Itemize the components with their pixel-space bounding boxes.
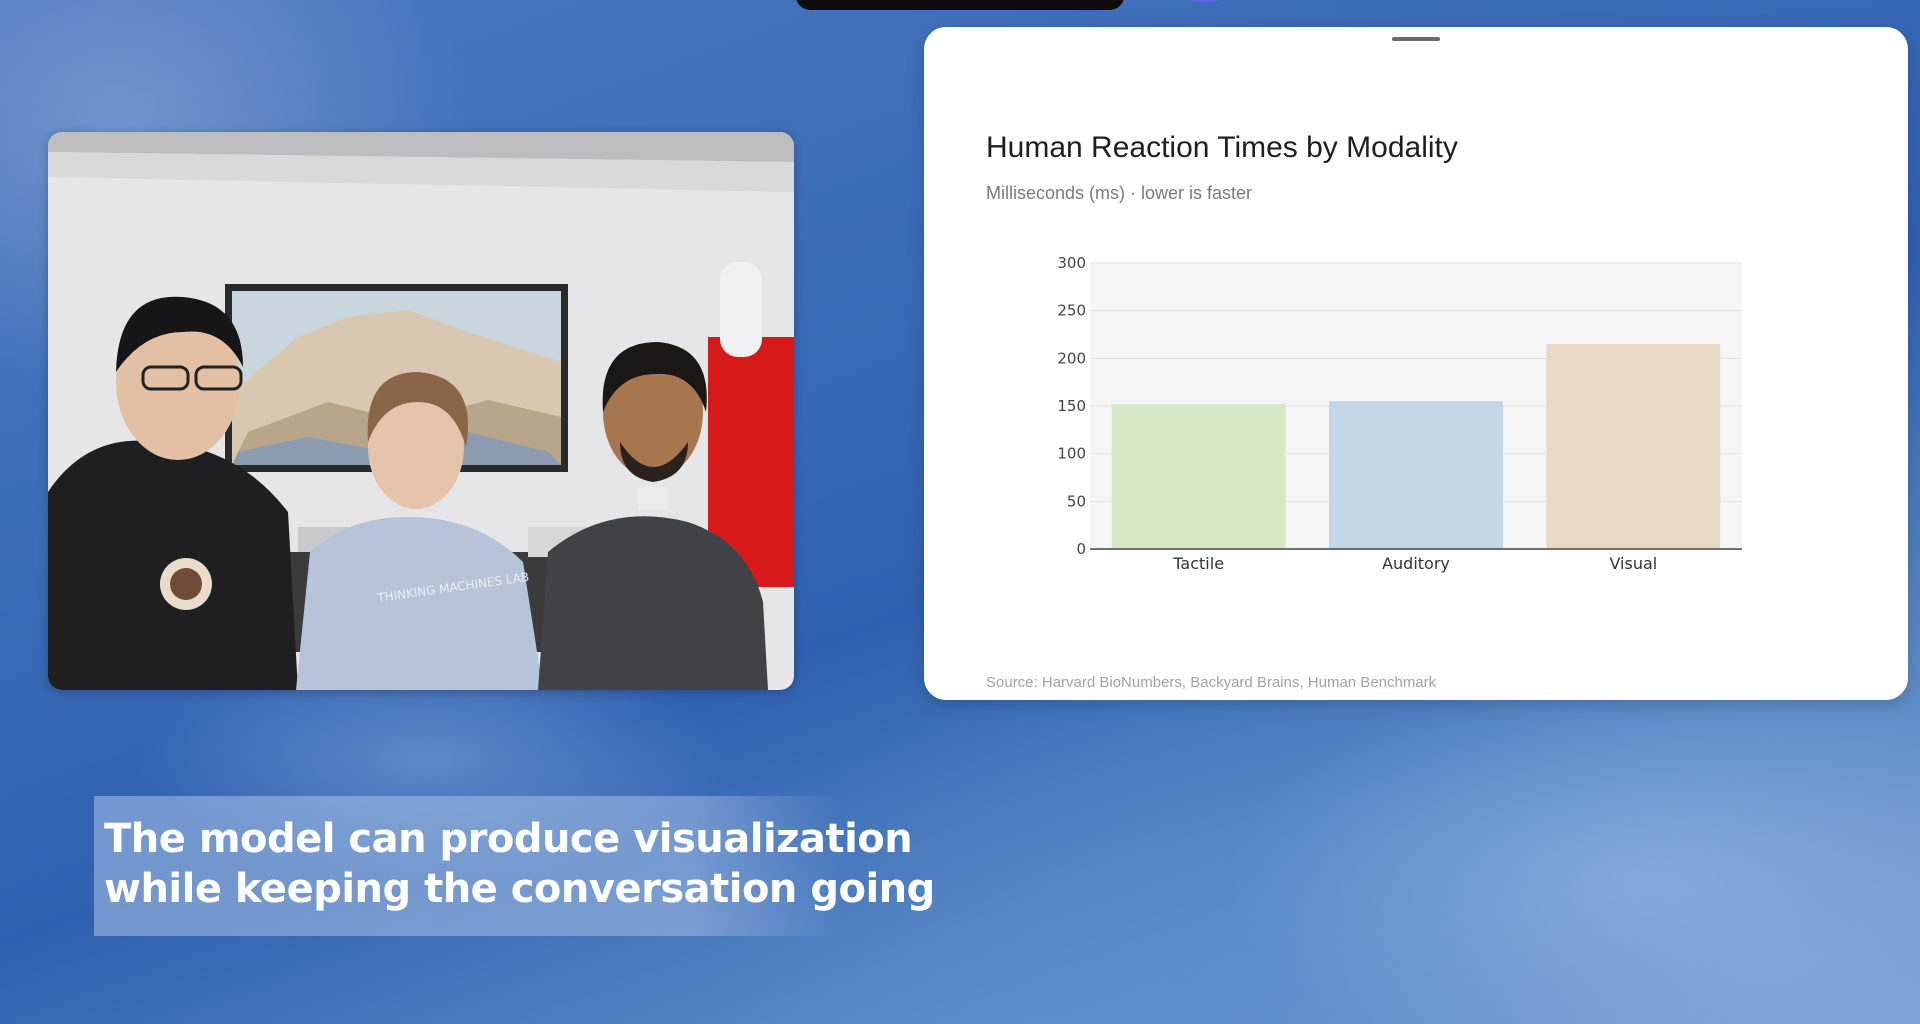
bar-auditory — [1329, 401, 1503, 549]
top-indicator-dot — [1176, 0, 1232, 2]
video-feed-tile: THINKING MACHINES LAB — [48, 132, 794, 690]
y-tick-label: 100 — [1057, 445, 1086, 463]
y-tick-label: 50 — [1067, 492, 1086, 510]
y-tick-label: 0 — [1076, 540, 1086, 558]
top-status-pill — [796, 0, 1124, 10]
y-tick-label: 200 — [1057, 349, 1086, 367]
bar-visual — [1546, 344, 1721, 549]
caption-line-1: The model can produce visualization — [104, 816, 913, 862]
y-tick-label: 150 — [1057, 397, 1086, 415]
chart-source-note: Source: Harvard BioNumbers, Backyard Bra… — [986, 674, 1437, 691]
y-tick-label: 300 — [1057, 254, 1086, 272]
caption-banner: The model can produce visualization whil… — [94, 796, 935, 936]
x-tick-label: Auditory — [1382, 554, 1450, 573]
x-tick-label: Visual — [1609, 554, 1657, 573]
caption-line-2: while keeping the conversation going — [104, 866, 935, 912]
video-feed-image: THINKING MACHINES LAB — [48, 132, 794, 690]
x-tick-label: Tactile — [1172, 554, 1224, 573]
chart-panel: Human Reaction Times by Modality Millise… — [924, 27, 1908, 700]
bar-chart: 0 50 100 150 200 250 300 Tactile Auditory Visual — [1057, 254, 1742, 573]
y-tick-label: 250 — [1057, 302, 1086, 320]
bar-tactile — [1111, 404, 1286, 549]
